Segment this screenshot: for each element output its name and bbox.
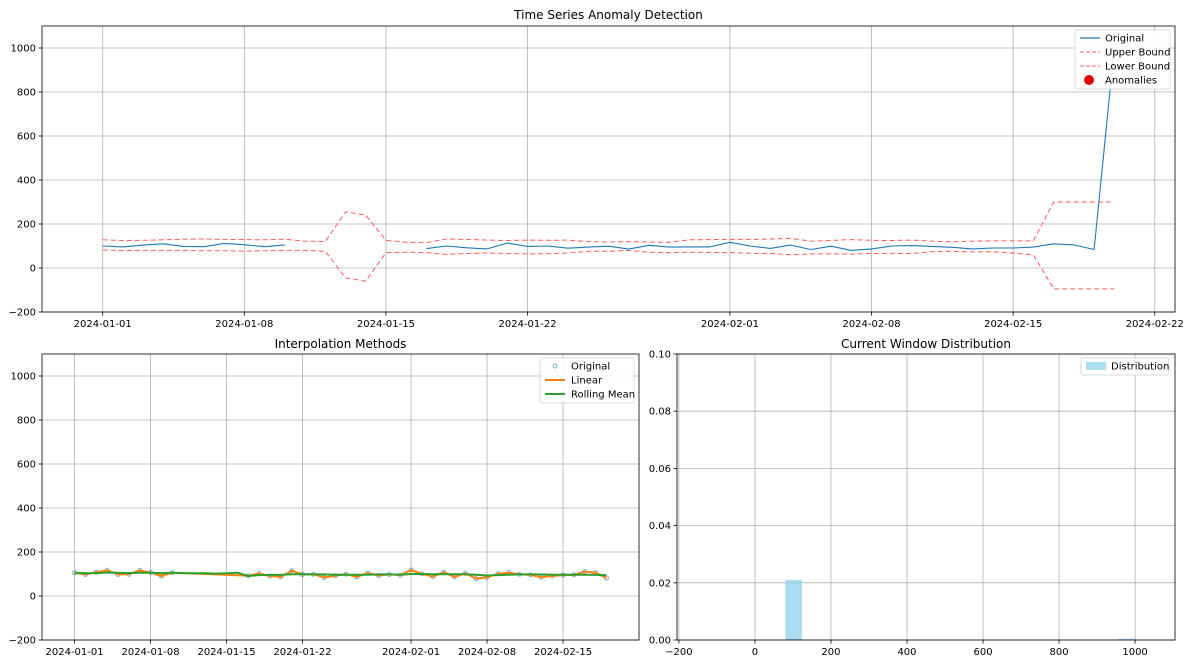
chart-title: Time Series Anomaly Detection <box>513 8 703 22</box>
x-tick-label: 2024-02-08 <box>458 647 516 658</box>
y-tick-label: 400 <box>17 176 36 187</box>
y-tick-label: −200 <box>9 636 36 647</box>
y-tick-label: 0 <box>30 264 36 275</box>
legend-swatch-anomalies <box>1084 75 1094 85</box>
x-tick-label: 200 <box>821 647 840 658</box>
y-tick-label: 600 <box>17 132 36 143</box>
chart-title: Interpolation Methods <box>275 337 407 351</box>
chart-title: Current Window Distribution <box>841 337 1011 351</box>
x-tick-label: 2024-02-01 <box>701 319 759 330</box>
x-tick-label: 2024-01-01 <box>74 319 132 330</box>
legend-swatch-distribution <box>1086 362 1106 370</box>
y-tick-label: 0.10 <box>649 350 671 361</box>
y-tick-label: 0.02 <box>649 578 671 589</box>
y-tick-label: 400 <box>17 504 36 515</box>
x-tick-label: 2024-01-15 <box>357 319 415 330</box>
y-tick-label: 1000 <box>11 372 36 383</box>
x-tick-label: 2024-01-15 <box>197 647 255 658</box>
legend-label-lower-bound: Lower Bound <box>1105 62 1170 73</box>
y-tick-label: 0.00 <box>649 636 671 647</box>
y-tick-label: 200 <box>17 548 36 559</box>
y-tick-label: 0.04 <box>649 521 671 532</box>
legend-label-upper-bound: Upper Bound <box>1105 48 1170 59</box>
legend-label-linear: Linear <box>571 376 603 387</box>
y-tick-label: 800 <box>17 416 36 427</box>
x-tick-label: 600 <box>973 647 992 658</box>
x-tick-label: 2024-02-08 <box>842 319 900 330</box>
legend-label-anomalies: Anomalies <box>1105 76 1157 87</box>
y-tick-label: 1000 <box>11 44 36 55</box>
x-tick-label: 2024-02-15 <box>984 319 1042 330</box>
x-tick-label: 2024-02-15 <box>534 647 592 658</box>
x-tick-label: 2024-01-08 <box>121 647 179 658</box>
legend: Distribution <box>1080 357 1170 376</box>
x-tick-label: 0 <box>752 647 758 658</box>
legend: Original Linear Rolling Mean <box>539 357 635 404</box>
figure-background <box>0 0 1200 667</box>
y-tick-label: 0 <box>30 592 36 603</box>
legend: Original Upper Bound Lower Bound Anomali… <box>1074 29 1170 90</box>
legend-label-original: Original <box>1105 34 1144 45</box>
y-tick-label: 800 <box>17 88 36 99</box>
figure: 2024-01-01 2024-01-08 2024-01-15 2024-01-22… <box>0 0 1200 667</box>
histogram-bar <box>785 579 803 640</box>
legend-label-original: Original <box>571 362 610 373</box>
legend-label-rolling-mean: Rolling Mean <box>571 390 635 401</box>
x-tick-label: −200 <box>665 647 692 658</box>
y-tick-label: −200 <box>9 308 36 319</box>
x-tick-label: 800 <box>1050 647 1069 658</box>
x-tick-label: 2024-01-01 <box>46 647 104 658</box>
x-tick-label: 2024-01-22 <box>273 647 331 658</box>
legend-label-distribution: Distribution <box>1111 362 1169 373</box>
x-tick-label: 1000 <box>1122 647 1147 658</box>
x-tick-label: 400 <box>897 647 916 658</box>
x-tick-label: 2024-02-22 <box>1126 319 1184 330</box>
y-tick-label: 600 <box>17 460 36 471</box>
y-tick-label: 200 <box>17 220 36 231</box>
y-tick-label: 0.08 <box>649 407 671 418</box>
y-tick-label: 0.06 <box>649 464 671 475</box>
x-tick-label: 2024-01-08 <box>215 319 273 330</box>
x-tick-label: 2024-02-01 <box>382 647 440 658</box>
x-tick-label: 2024-01-22 <box>499 319 557 330</box>
